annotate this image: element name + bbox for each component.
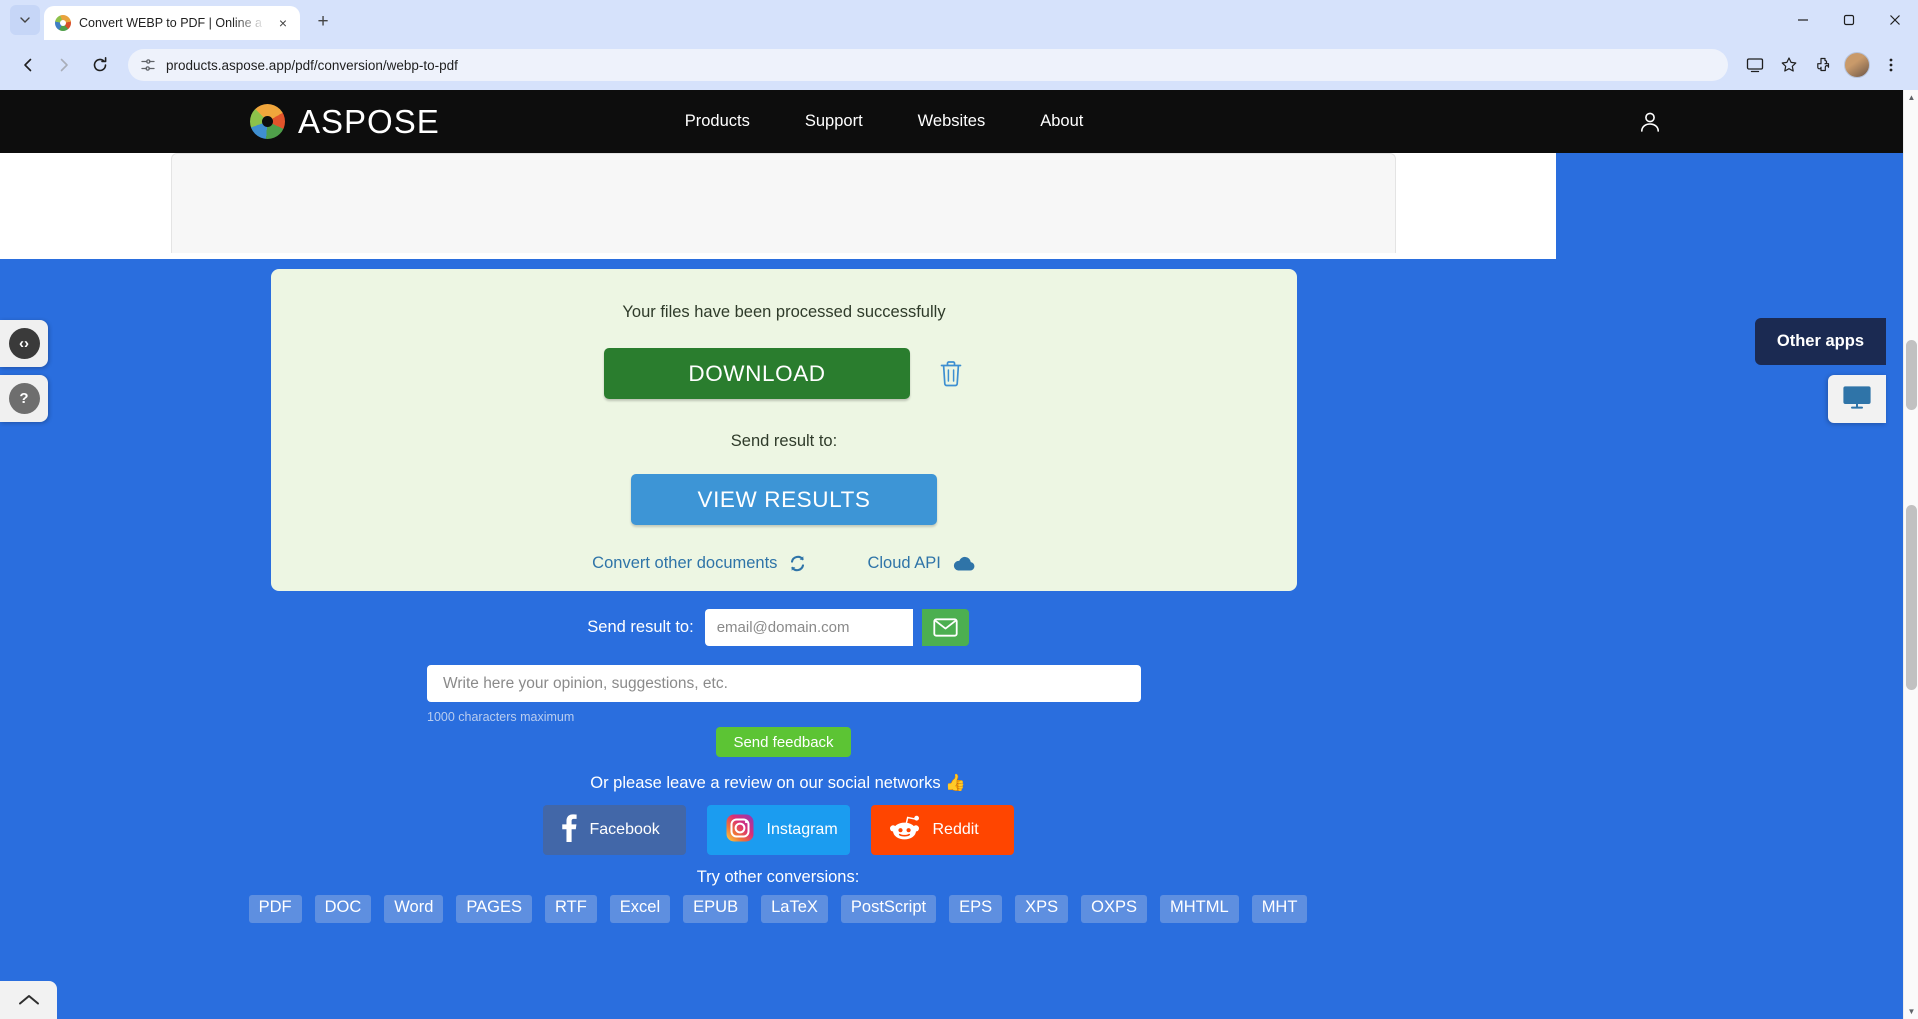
email-form-label: Send result to:	[587, 618, 694, 636]
character-counter: 1000 characters maximum	[427, 710, 575, 724]
window-close-icon[interactable]	[1872, 0, 1918, 40]
social-buttons-row: Facebook Instagram Reddit	[0, 805, 1556, 855]
monitor-widget[interactable]	[1828, 375, 1886, 423]
convert-other-documents-label: Convert other documents	[592, 554, 778, 572]
conversion-format-chips: PDF DOC Word PAGES RTF Excel EPUB LaTeX …	[0, 895, 1556, 923]
reddit-label: Reddit	[932, 821, 979, 838]
instagram-share-button[interactable]: Instagram	[706, 805, 850, 855]
upload-card-remnant	[171, 153, 1396, 253]
kebab-menu-icon[interactable]	[1876, 50, 1906, 80]
try-other-conversions-heading: Try other conversions:	[696, 868, 860, 886]
reddit-icon	[889, 815, 920, 846]
main-navigation: Products Support Websites About	[685, 112, 1084, 131]
instagram-label: Instagram	[766, 821, 838, 838]
profile-avatar[interactable]	[1844, 52, 1870, 78]
nav-item-products[interactable]: Products	[685, 112, 750, 131]
tab-strip: Convert WEBP to PDF | Online a × +	[0, 0, 1918, 40]
format-chip-mht[interactable]: MHT	[1251, 895, 1308, 923]
scrollbar-thumb-upper[interactable]	[1906, 340, 1917, 410]
reload-icon[interactable]	[84, 49, 116, 81]
format-chip-excel[interactable]: Excel	[609, 895, 671, 923]
star-icon[interactable]	[1774, 50, 1804, 80]
back-arrow-icon[interactable]	[12, 49, 44, 81]
nav-item-support[interactable]: Support	[805, 112, 863, 131]
brand-name: ASPOSE	[298, 102, 440, 140]
format-chip-epub[interactable]: EPUB	[683, 895, 749, 923]
window-controls	[1780, 0, 1918, 40]
forward-arrow-icon[interactable]	[48, 49, 80, 81]
format-chip-latex[interactable]: LaTeX	[761, 895, 828, 923]
trash-icon[interactable]	[938, 359, 964, 389]
other-apps-button[interactable]: Other apps	[1754, 318, 1886, 365]
download-button[interactable]: DOWNLOAD	[604, 348, 910, 399]
format-chip-doc[interactable]: DOC	[314, 895, 372, 923]
scroll-to-top-button[interactable]	[0, 981, 57, 1019]
scroll-up-arrow-icon[interactable]: ▲	[1904, 90, 1918, 105]
browser-tab[interactable]: Convert WEBP to PDF | Online a ×	[44, 6, 300, 40]
success-message: Your files have been processed successfu…	[622, 303, 946, 321]
facebook-icon	[561, 813, 577, 847]
email-input[interactable]	[704, 609, 913, 646]
format-chip-oxps[interactable]: OXPS	[1081, 895, 1148, 923]
aspose-spiral-icon	[250, 104, 285, 139]
send-result-label: Send result to:	[730, 432, 838, 450]
instagram-icon	[726, 814, 754, 847]
format-chip-postscript[interactable]: PostScript	[840, 895, 937, 923]
cast-icon[interactable]	[1740, 50, 1770, 80]
code-brackets-icon: ‹›	[8, 328, 40, 359]
panel-links: Convert other documents Cloud API	[271, 554, 1297, 573]
brand-logo[interactable]: ASPOSE	[250, 103, 440, 141]
extensions-icon[interactable]	[1808, 50, 1838, 80]
url-text: products.aspose.app/pdf/conversion/webp-…	[166, 57, 458, 73]
cloud-api-label: Cloud API	[867, 554, 941, 572]
format-chip-xps[interactable]: XPS	[1015, 895, 1069, 923]
reddit-share-button[interactable]: Reddit	[870, 805, 1014, 855]
scroll-down-arrow-icon[interactable]: ▼	[1904, 1004, 1918, 1019]
scrollbar-thumb[interactable]	[1906, 505, 1917, 690]
close-icon[interactable]: ×	[274, 14, 292, 32]
format-chip-pdf[interactable]: PDF	[248, 895, 302, 923]
format-chip-word[interactable]: Word	[384, 895, 444, 923]
facebook-label: Facebook	[589, 821, 660, 838]
nav-item-about[interactable]: About	[1040, 112, 1083, 131]
maximize-icon[interactable]	[1826, 0, 1872, 40]
refresh-icon	[788, 554, 807, 573]
format-chip-mhtml[interactable]: MHTML	[1160, 895, 1239, 923]
email-result-form: Send result to:	[0, 609, 1556, 646]
success-panel: Your files have been processed successfu…	[271, 269, 1297, 591]
site-header: ASPOSE Products Support Websites About	[0, 90, 1918, 153]
minimize-icon[interactable]	[1780, 0, 1826, 40]
nav-item-websites[interactable]: Websites	[918, 112, 986, 131]
format-chip-rtf[interactable]: RTF	[545, 895, 597, 923]
send-feedback-button[interactable]: Send feedback	[716, 727, 851, 757]
page-scrollbar[interactable]: ▲ ▼	[1903, 90, 1918, 1019]
format-chip-pages[interactable]: PAGES	[456, 895, 533, 923]
question-mark-icon: ?	[8, 383, 40, 414]
user-account-icon[interactable]	[1637, 109, 1663, 135]
social-review-heading: Or please leave a review on our social n…	[590, 774, 966, 792]
monitor-icon	[1842, 385, 1872, 414]
view-results-button[interactable]: VIEW RESULTS	[631, 474, 937, 525]
tab-search-caret-icon[interactable]	[10, 5, 40, 35]
tab-title: Convert WEBP to PDF | Online a	[79, 16, 262, 30]
aspose-logo-icon	[55, 15, 71, 31]
site-settings-icon[interactable]	[140, 57, 156, 73]
facebook-share-button[interactable]: Facebook	[542, 805, 686, 855]
email-send-button[interactable]	[921, 609, 969, 646]
help-widget[interactable]: ?	[0, 375, 48, 422]
download-row: DOWNLOAD	[271, 348, 1297, 399]
browser-toolbar: products.aspose.app/pdf/conversion/webp-…	[0, 40, 1918, 90]
feedback-input[interactable]	[427, 665, 1141, 702]
page-viewport: ASPOSE Products Support Websites About Y…	[0, 90, 1918, 1019]
new-tab-button[interactable]: +	[309, 8, 337, 36]
code-snippet-widget[interactable]: ‹›	[0, 320, 48, 367]
cloud-icon	[952, 555, 976, 572]
browser-chrome: Convert WEBP to PDF | Online a × + produ…	[0, 0, 1918, 90]
convert-other-documents-link[interactable]: Convert other documents	[592, 554, 807, 573]
cloud-api-link[interactable]: Cloud API	[867, 554, 975, 573]
address-bar[interactable]: products.aspose.app/pdf/conversion/webp-…	[128, 49, 1728, 81]
format-chip-eps[interactable]: EPS	[949, 895, 1003, 923]
